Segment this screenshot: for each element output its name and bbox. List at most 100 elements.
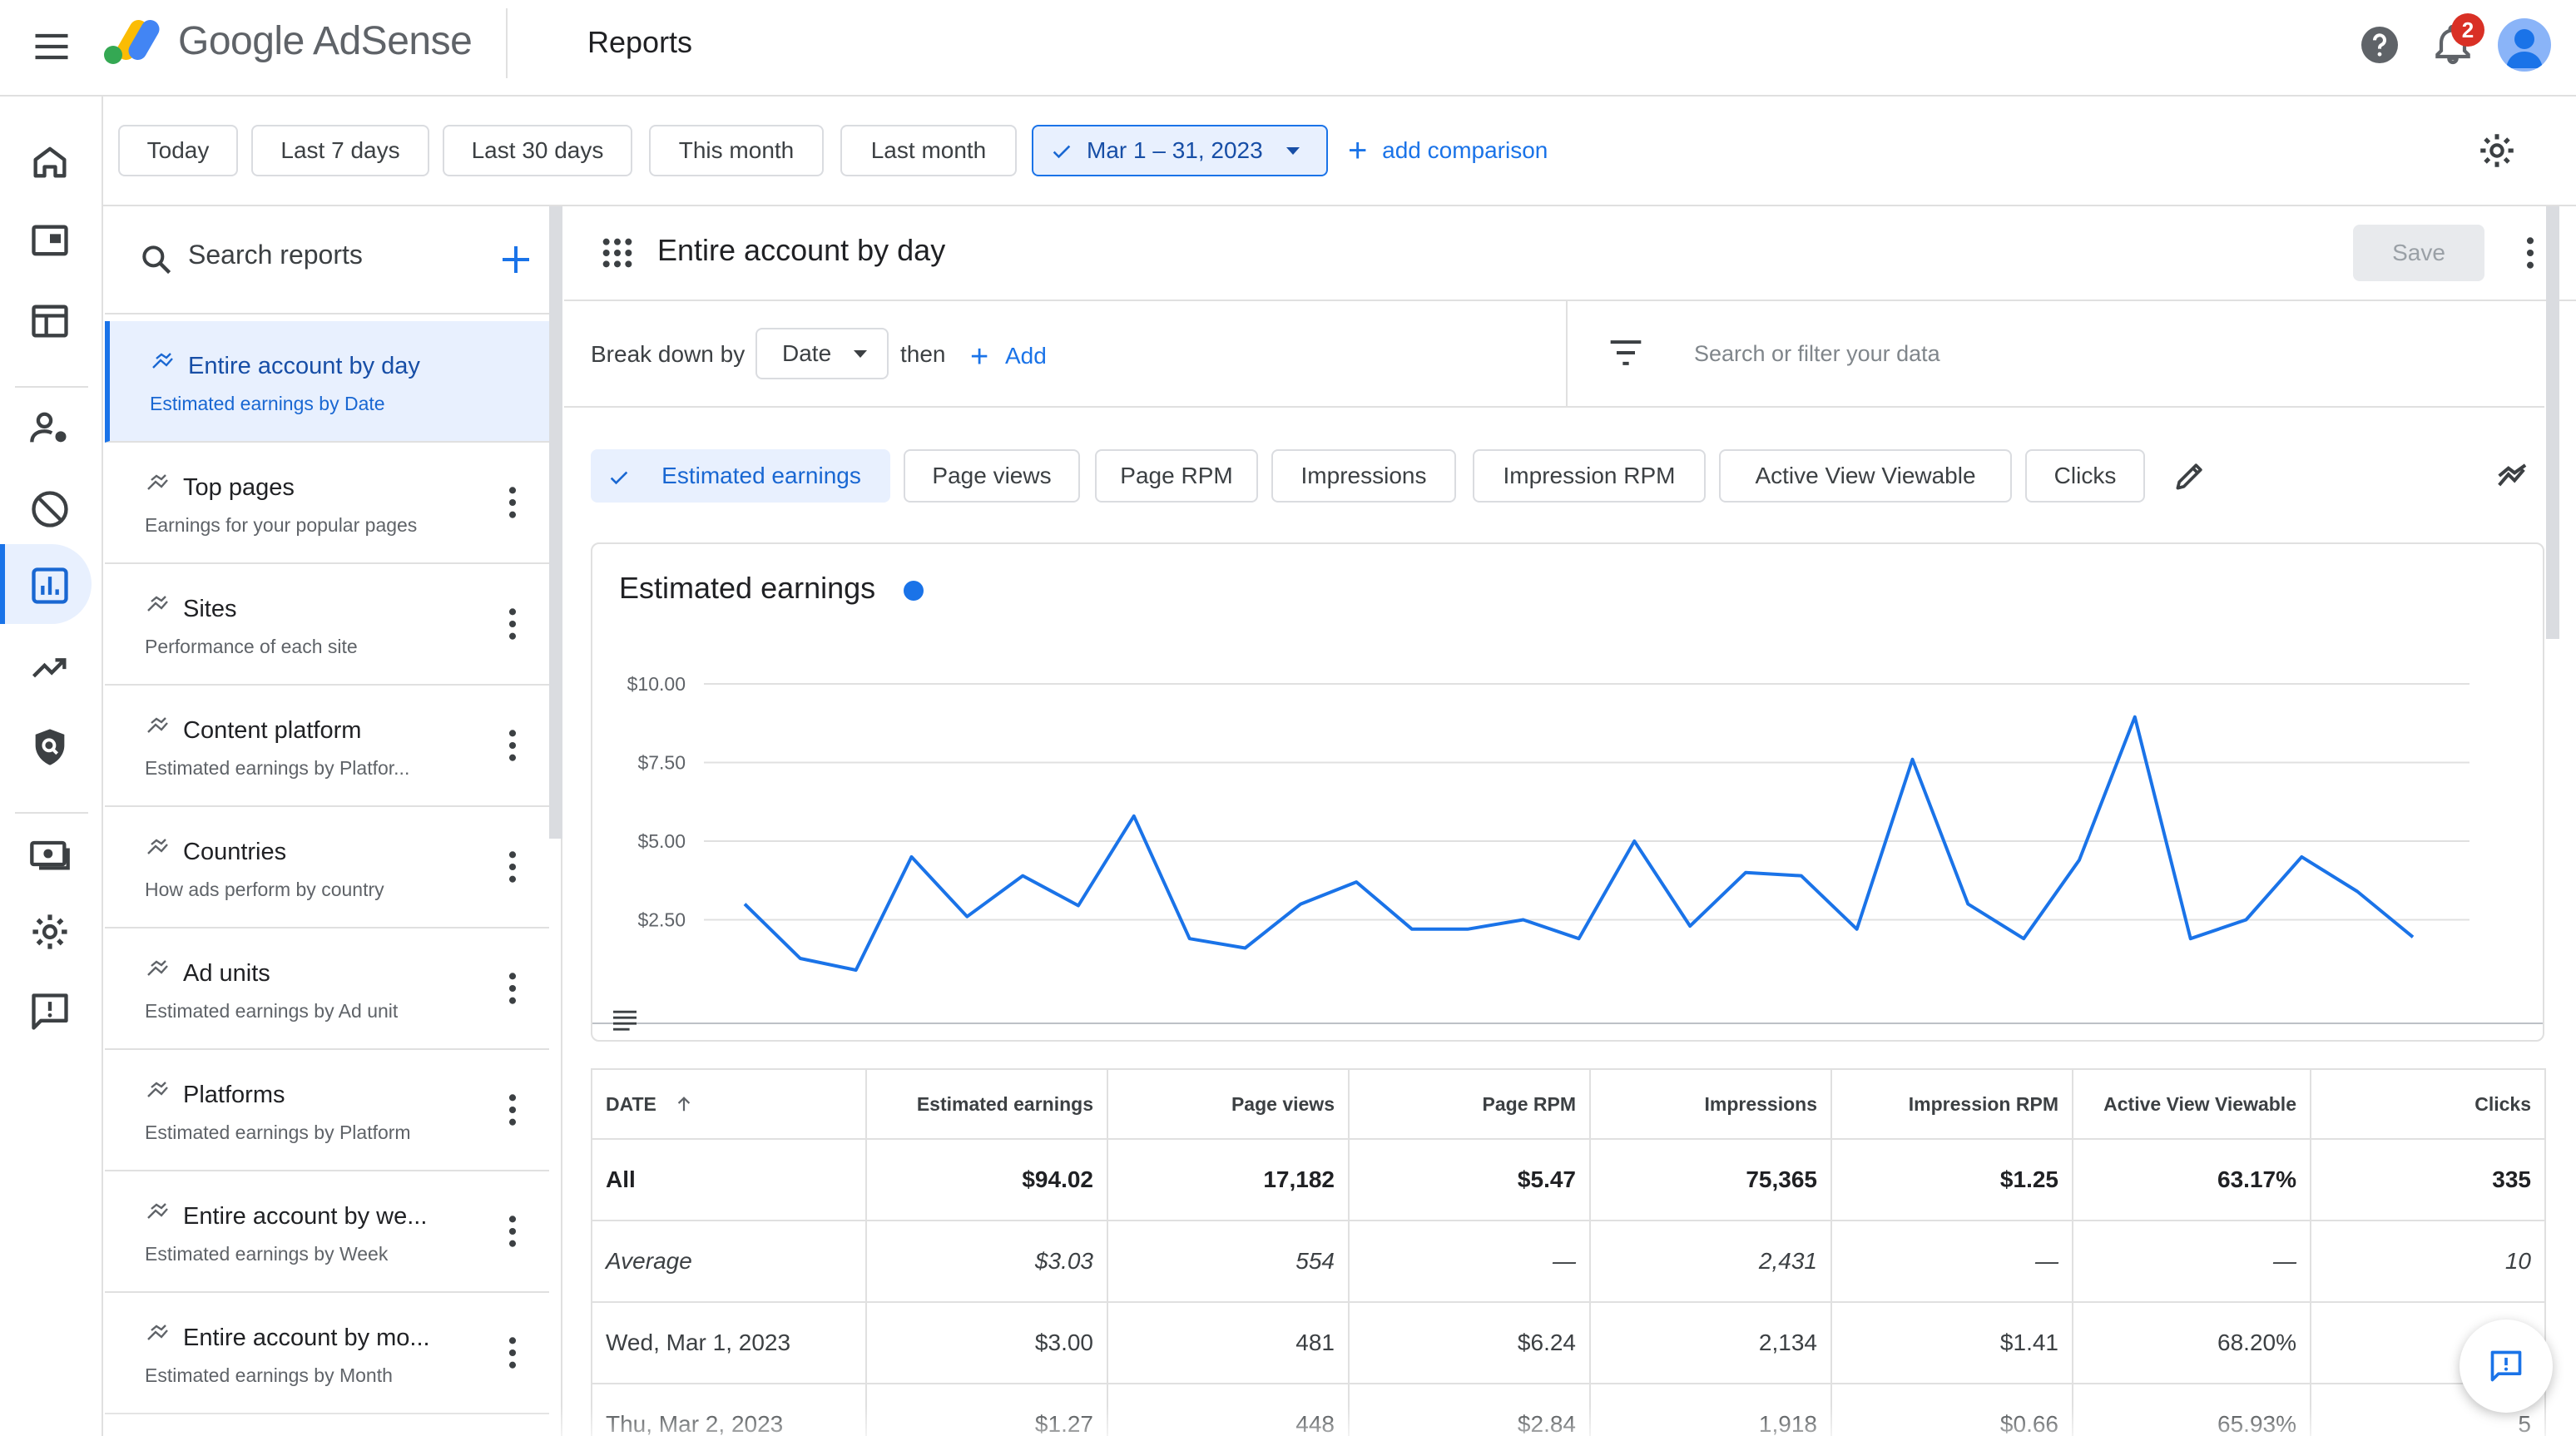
date-range-selector[interactable]: Mar 1 – 31, 2023 — [1032, 125, 1328, 176]
column-header-page-rpm[interactable]: Page RPM — [1348, 1068, 1591, 1140]
report-item-ad-units[interactable]: Ad units Estimated earnings by Ad unit — [105, 928, 549, 1050]
data-point[interactable] — [1629, 836, 1639, 846]
main-scrollbar[interactable] — [2546, 206, 2559, 639]
ads-icon[interactable] — [28, 300, 72, 343]
data-point[interactable] — [1295, 899, 1305, 909]
data-point[interactable] — [2186, 933, 2196, 943]
data-point[interactable] — [1241, 943, 1251, 953]
column-header-page-views[interactable]: Page views — [1107, 1068, 1350, 1140]
add-dimension-button[interactable]: + Add — [970, 339, 1047, 375]
policy-center-icon[interactable] — [28, 725, 72, 769]
report-item-platforms[interactable]: Platforms Estimated earnings by Platform — [105, 1050, 549, 1171]
report-item-content-platform[interactable]: Content platform Estimated earnings by Pl… — [105, 686, 549, 807]
brand-name[interactable]: Google AdSense — [178, 18, 473, 64]
blocking-controls-icon[interactable] — [28, 488, 72, 531]
payments-icon[interactable] — [28, 832, 72, 875]
data-point[interactable] — [2074, 855, 2084, 865]
settings-icon[interactable] — [28, 910, 72, 953]
metric-chip-active-view-viewable[interactable]: Active View Viewable — [1719, 449, 2012, 503]
help-icon[interactable] — [2360, 25, 2400, 65]
reports-icon[interactable] — [28, 564, 72, 607]
menu-icon[interactable] — [30, 25, 73, 68]
data-point[interactable] — [1741, 868, 1751, 878]
edit-pencil-icon[interactable] — [2172, 458, 2208, 494]
save-button[interactable]: Save — [2353, 225, 2484, 281]
data-point[interactable] — [1685, 921, 1695, 931]
column-header-estimated-earnings[interactable]: Estimated earnings — [865, 1068, 1108, 1140]
trend-toggle-icon[interactable] — [2496, 459, 2536, 493]
feedback-icon[interactable] — [28, 990, 72, 1033]
data-point[interactable] — [1351, 877, 1361, 887]
metric-chip-estimated-earnings[interactable]: Estimated earnings — [591, 449, 890, 503]
search-reports-input[interactable]: Search reports — [188, 240, 363, 270]
column-header-impressions[interactable]: Impressions — [1589, 1068, 1832, 1140]
sites-icon[interactable] — [28, 220, 72, 263]
metric-chip-clicks[interactable]: Clicks — [2025, 449, 2145, 503]
data-point[interactable] — [1073, 900, 1083, 910]
series-line-estimated-earnings[interactable] — [743, 715, 2415, 972]
metric-chip-impression-rpm[interactable]: Impression RPM — [1473, 449, 1706, 503]
more-vert-icon[interactable] — [498, 1092, 528, 1128]
optimization-icon[interactable] — [28, 646, 72, 689]
privacy-messaging-icon[interactable] — [28, 406, 72, 449]
today-button[interactable]: Today — [118, 125, 238, 176]
data-point[interactable] — [2130, 712, 2140, 722]
last-month-button[interactable]: Last month — [840, 125, 1017, 176]
more-vert-icon[interactable] — [498, 484, 528, 521]
data-point[interactable] — [907, 852, 917, 862]
data-point[interactable] — [851, 965, 861, 975]
breakdown-dimension-select[interactable]: Date — [755, 328, 889, 379]
data-point[interactable] — [740, 899, 750, 909]
more-vert-icon[interactable] — [2518, 235, 2543, 271]
report-item-entire-account-by-week[interactable]: Entire account by we... Estimated earning… — [105, 1171, 549, 1293]
metric-chip-page-rpm[interactable]: Page RPM — [1095, 449, 1258, 503]
column-header-clicks[interactable]: Clicks — [2310, 1068, 2546, 1140]
data-point[interactable] — [2019, 933, 2029, 943]
list-scrollbar[interactable] — [549, 206, 562, 839]
add-report-plus-icon[interactable] — [496, 240, 536, 280]
data-point[interactable] — [1463, 924, 1473, 934]
report-settings-gear-icon[interactable] — [2476, 130, 2518, 171]
more-vert-icon[interactable] — [498, 727, 528, 764]
data-point[interactable] — [1908, 755, 1918, 765]
apps-grid-icon[interactable] — [601, 236, 634, 270]
data-point[interactable] — [2352, 886, 2362, 896]
data-point[interactable] — [2408, 932, 2418, 942]
more-vert-icon[interactable] — [498, 970, 528, 1007]
home-icon[interactable] — [28, 140, 72, 183]
column-header-date[interactable]: DATE — [591, 1068, 867, 1140]
data-point[interactable] — [2242, 915, 2252, 925]
data-point[interactable] — [1407, 924, 1417, 934]
report-item-top-pages[interactable]: Top pages Earnings for your popular pages — [105, 443, 549, 564]
this-month-button[interactable]: This month — [649, 125, 824, 176]
report-item-entire-account-by-day[interactable]: Entire account by day Estimated earnings … — [105, 321, 549, 443]
last-30-days-button[interactable]: Last 30 days — [443, 125, 632, 176]
metric-chip-impressions[interactable]: Impressions — [1271, 449, 1456, 503]
data-point[interactable] — [962, 912, 972, 922]
data-point[interactable] — [1574, 933, 1584, 943]
avatar[interactable] — [2498, 18, 2551, 72]
feedback-fab[interactable] — [2460, 1320, 2553, 1413]
data-point[interactable] — [1518, 915, 1528, 925]
filter-icon[interactable] — [1608, 336, 1644, 369]
report-item-entire-account-by-month[interactable]: Entire account by mo... Estimated earning… — [105, 1293, 549, 1414]
add-comparison-button[interactable]: + add comparison — [1348, 125, 1548, 176]
report-item-countries[interactable]: Countries How ads perform by country — [105, 807, 549, 928]
more-vert-icon[interactable] — [498, 849, 528, 885]
report-item-sites[interactable]: Sites Performance of each site — [105, 564, 549, 686]
data-point[interactable] — [2296, 852, 2306, 862]
data-point[interactable] — [1185, 933, 1195, 943]
more-vert-icon[interactable] — [498, 606, 528, 642]
metric-chip-page-views[interactable]: Page views — [904, 449, 1080, 503]
data-point[interactable] — [1963, 899, 1973, 909]
more-vert-icon[interactable] — [498, 1213, 528, 1250]
more-vert-icon[interactable] — [498, 1334, 528, 1371]
search-filter-input[interactable]: Search or filter your data — [1694, 341, 1940, 367]
data-point[interactable] — [795, 953, 805, 963]
data-point[interactable] — [1129, 811, 1139, 821]
chart-data-table-icon[interactable] — [611, 1008, 639, 1032]
data-point[interactable] — [1018, 871, 1028, 881]
last-7-days-button[interactable]: Last 7 days — [251, 125, 429, 176]
column-header-active-view-viewable[interactable]: Active View Viewable — [2072, 1068, 2311, 1140]
data-point[interactable] — [1852, 924, 1862, 934]
